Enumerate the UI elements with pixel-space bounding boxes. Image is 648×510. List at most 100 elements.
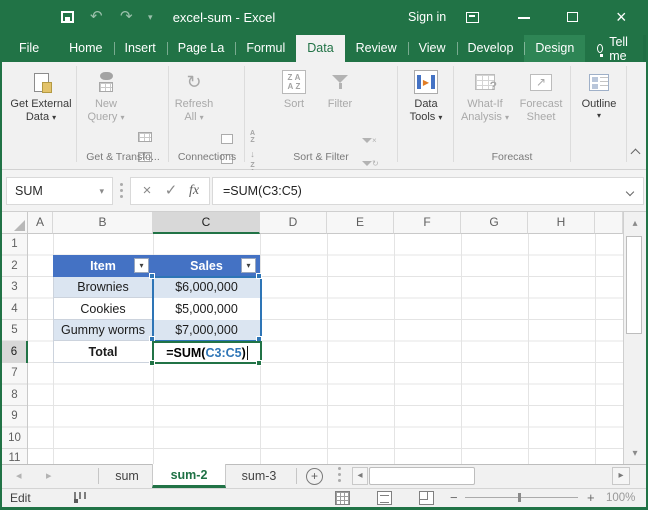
sheet-tab-sum-3[interactable]: sum-3 <box>228 465 290 488</box>
show-queries-icon[interactable] <box>138 132 152 142</box>
zoom-in-icon[interactable]: + <box>587 488 595 507</box>
hscroll-left-button[interactable]: ◂ <box>352 467 368 485</box>
what-if-analysis-button[interactable]: What-If Analysis <box>457 66 513 150</box>
select-all-button[interactable] <box>2 212 28 234</box>
zoom-level[interactable]: 100% <box>606 489 635 508</box>
column-header-h[interactable]: H <box>528 212 595 234</box>
zoom-slider-thumb[interactable] <box>518 493 521 502</box>
arrow: ▶ <box>423 76 429 89</box>
maximize-button[interactable] <box>567 12 578 22</box>
row-header-9[interactable]: 9 <box>2 406 27 427</box>
column-header-g[interactable]: G <box>461 212 528 234</box>
range-handle[interactable] <box>149 273 155 279</box>
get-external-data-button[interactable]: Get External Data <box>8 66 74 150</box>
range-selection-c3-c5[interactable] <box>152 276 262 342</box>
enter-icon[interactable]: ✓ <box>163 178 179 204</box>
data-tools-button[interactable]: ▶ Data Tools <box>401 66 451 150</box>
scroll-down-icon[interactable]: ▾ <box>624 448 646 459</box>
row-header-4[interactable]: 4 <box>2 298 27 320</box>
horizontal-scroll-thumb[interactable] <box>369 467 475 485</box>
row-header-6[interactable]: 6 <box>2 341 28 363</box>
row-header-10[interactable]: 10 <box>2 427 27 449</box>
tab-review[interactable]: Review <box>345 35 408 62</box>
sheet-nav-prev-icon[interactable]: ◂ <box>16 464 22 488</box>
close-button[interactable]: × <box>616 8 627 26</box>
get-external-data-icon <box>8 66 74 98</box>
name-box-dropdown-icon[interactable]: ▾ <box>99 178 104 204</box>
range-handle[interactable] <box>256 273 262 279</box>
row-header-8[interactable]: 8 <box>2 384 27 406</box>
filter-button[interactable]: Filter <box>320 66 360 150</box>
group-divider <box>626 66 627 162</box>
new-sheet-button[interactable]: + <box>306 468 323 485</box>
minimize-button[interactable] <box>518 17 530 19</box>
macro-record-icon[interactable] <box>74 492 86 503</box>
zoom-slider-track[interactable] <box>465 497 578 498</box>
ribbon-display-options-icon[interactable] <box>466 12 479 23</box>
cell-b5[interactable]: Gummy worms <box>53 320 153 341</box>
formula-input[interactable]: =SUM(C3:C5) <box>212 177 644 205</box>
tab-formulas[interactable]: Formul <box>235 35 296 62</box>
bar <box>417 75 421 89</box>
outline-button[interactable]: Outline <box>574 66 624 150</box>
group-label-connections[interactable]: Connections <box>170 150 244 164</box>
column-header-e[interactable]: E <box>327 212 394 234</box>
sales-filter-dropdown[interactable]: ▾ <box>241 258 256 273</box>
sheet-tab-sum-2[interactable]: sum-2 <box>152 464 226 488</box>
cell-b3[interactable]: Brownies <box>53 277 153 298</box>
new-query-button[interactable]: New Query <box>80 66 132 150</box>
tab-bar-grip[interactable] <box>338 473 341 476</box>
column-header-c[interactable]: C <box>153 212 260 234</box>
row-header-2[interactable]: 2 <box>2 255 27 277</box>
cell-b4[interactable]: Cookies <box>53 298 153 320</box>
tab-data[interactable]: Data <box>296 35 344 62</box>
active-cell-handle[interactable] <box>256 360 262 366</box>
row-header-7[interactable]: 7 <box>2 363 27 384</box>
column-header-f[interactable]: F <box>394 212 461 234</box>
sign-in-button[interactable]: Sign in <box>408 0 446 35</box>
group-label-get-transform[interactable]: Get & Transfo... <box>78 150 168 164</box>
tab-file[interactable]: File <box>8 35 50 62</box>
row-header-1[interactable]: 1 <box>2 234 27 255</box>
connections-icon[interactable] <box>221 134 233 144</box>
tab-view[interactable]: View <box>408 35 457 62</box>
row-header-3[interactable]: 3 <box>2 277 27 298</box>
clear-filter-icon[interactable]: × <box>362 130 377 148</box>
name-box[interactable]: SUM ▾ <box>6 177 113 205</box>
row-header-11[interactable]: 11 <box>2 449 27 464</box>
column-header-d[interactable]: D <box>260 212 327 234</box>
page-break-preview-icon[interactable] <box>419 491 434 505</box>
cell-b6-total[interactable]: Total <box>53 341 153 363</box>
column-header-a[interactable]: A <box>28 212 53 234</box>
column-header-stub[interactable] <box>595 212 623 234</box>
tab-home[interactable]: Home <box>58 35 113 62</box>
cancel-icon[interactable]: × <box>139 178 155 204</box>
normal-view-icon[interactable] <box>335 491 350 505</box>
tab-insert[interactable]: Insert <box>114 35 167 62</box>
tab-page-layout[interactable]: Page La <box>167 35 236 62</box>
formula-bar-grip[interactable] <box>120 189 123 192</box>
expand-formula-bar-icon[interactable] <box>627 189 633 195</box>
item-filter-dropdown[interactable]: ▾ <box>134 258 149 273</box>
sort-button[interactable]: Z AA Z Sort <box>274 66 314 150</box>
row-header-5[interactable]: 5 <box>2 320 27 341</box>
tell-me-button[interactable]: Tell me <box>585 35 643 62</box>
refresh-all-button[interactable]: ↻ Refresh All <box>172 66 216 150</box>
insert-function-icon[interactable]: fx <box>189 178 199 204</box>
scroll-up-icon[interactable]: ▴ <box>624 218 646 229</box>
group-label-sort-filter[interactable]: Sort & Filter <box>246 150 396 164</box>
group-label-forecast[interactable]: Forecast <box>455 150 569 164</box>
collapse-ribbon-button[interactable] <box>632 150 639 157</box>
sheet-nav-next-icon[interactable]: ▸ <box>46 464 52 488</box>
tab-developer[interactable]: Develop <box>457 35 525 62</box>
sheet-tab-sum[interactable]: sum <box>104 465 150 488</box>
column-header-b[interactable]: B <box>53 212 153 234</box>
tab-design[interactable]: Design <box>524 35 585 62</box>
vertical-scroll-thumb[interactable] <box>626 236 642 334</box>
page-layout-view-icon[interactable] <box>377 491 392 505</box>
active-cell-handle[interactable] <box>149 360 155 366</box>
zoom-out-icon[interactable]: − <box>450 488 458 507</box>
hscroll-right-button[interactable]: ▸ <box>612 467 630 485</box>
forecast-sheet-button[interactable]: ↗ Forecast Sheet <box>515 66 567 150</box>
cell-c6-formula-edit[interactable]: =SUM(C3:C5) <box>152 341 262 364</box>
